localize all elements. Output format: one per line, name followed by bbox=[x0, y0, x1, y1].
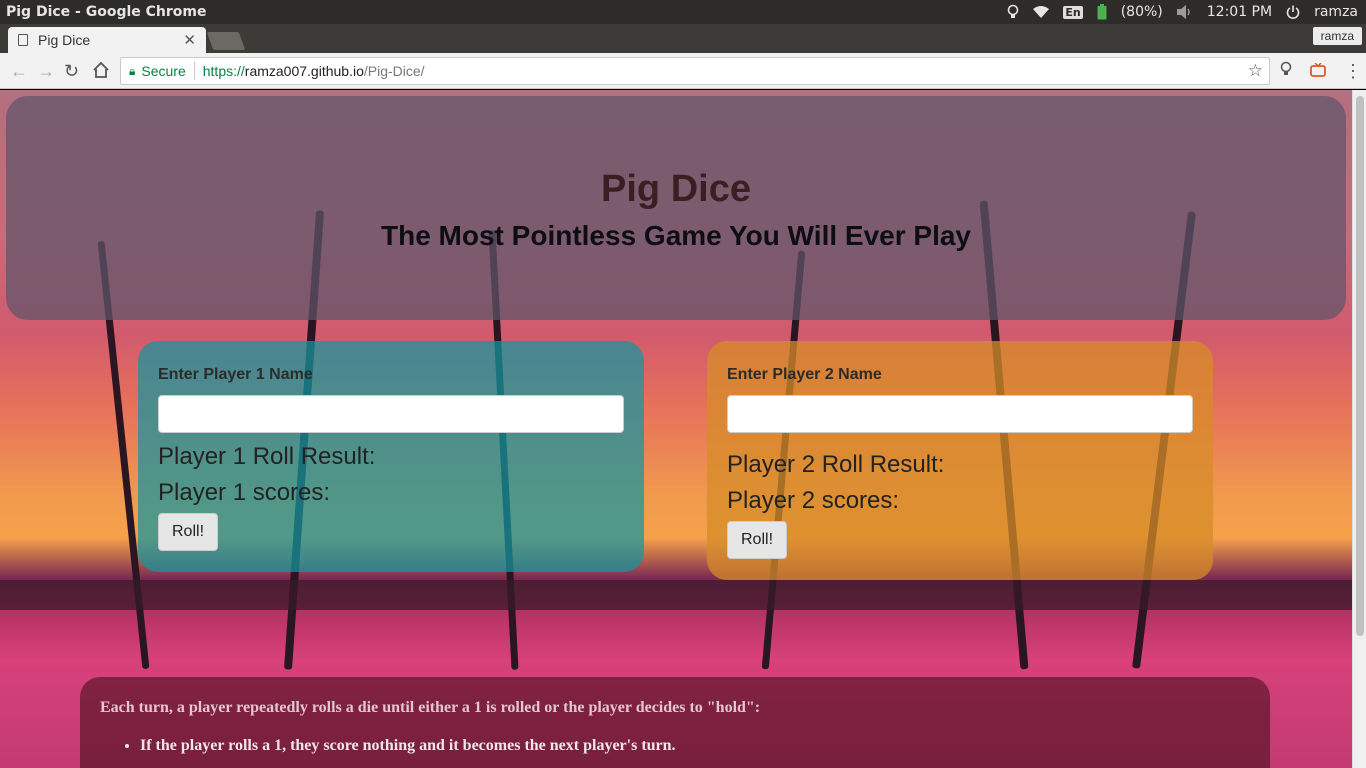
player2-panel: Enter Player 2 Name Player 2 Roll Result… bbox=[707, 341, 1213, 580]
wifi-icon[interactable] bbox=[1033, 6, 1050, 18]
player1-roll-button[interactable]: Roll! bbox=[158, 513, 219, 551]
keyboard-layout-indicator[interactable]: En bbox=[1063, 5, 1083, 19]
os-top-bar: Pig Dice - Google Chrome En (80%) 12:01 … bbox=[0, 0, 1366, 24]
player1-scores: Player 1 scores: bbox=[158, 479, 331, 506]
new-tab-button[interactable] bbox=[206, 32, 246, 50]
page-background: Pig Dice The Most Pointless Game You Wil… bbox=[0, 90, 1352, 768]
toolbar: ← → ↻ 🔒︎ Secure https:// ramza007.github… bbox=[0, 53, 1366, 89]
extension-bulb-icon[interactable] bbox=[1280, 61, 1294, 82]
forward-arrow-icon[interactable]: → bbox=[37, 61, 55, 81]
secure-label[interactable]: Secure bbox=[141, 63, 185, 79]
url-protocol: https:// bbox=[202, 63, 245, 79]
battery-percentage: (80%) bbox=[1120, 4, 1163, 20]
menu-kebab-icon[interactable]: ⋮ bbox=[1344, 61, 1362, 81]
player2-roll-result: Player 2 Roll Result: bbox=[727, 451, 945, 478]
shoreline bbox=[0, 580, 1352, 610]
vertical-scrollbar[interactable] bbox=[1352, 90, 1366, 768]
page-subtitle: The Most Pointless Game You Will Ever Pl… bbox=[381, 220, 971, 251]
window-title: Pig Dice - Google Chrome bbox=[6, 4, 207, 20]
player1-panel: Enter Player 1 Name Player 1 Roll Result… bbox=[138, 341, 644, 572]
page-title: Pig Dice bbox=[601, 168, 751, 210]
scrollbar-thumb[interactable] bbox=[1356, 96, 1364, 636]
divider bbox=[193, 62, 195, 80]
volume-icon[interactable] bbox=[1176, 5, 1193, 19]
power-icon[interactable] bbox=[1286, 5, 1300, 19]
page-icon bbox=[18, 34, 28, 46]
url-path: /Pig-Dice/ bbox=[363, 63, 425, 79]
back-arrow-icon[interactable]: ← bbox=[10, 61, 28, 81]
rules-panel: Each turn, a player repeatedly rolls a d… bbox=[80, 677, 1270, 768]
player2-roll-button[interactable]: Roll! bbox=[727, 521, 788, 559]
clock[interactable]: 12:01 PM bbox=[1207, 4, 1272, 20]
bookmark-star-icon[interactable]: ☆ bbox=[1248, 61, 1263, 81]
player2-name-input[interactable] bbox=[727, 395, 1193, 433]
lock-icon[interactable]: 🔒︎ bbox=[129, 64, 135, 79]
rules-list: If the player rolls a 1, they score noth… bbox=[100, 737, 1250, 755]
player1-name-input[interactable] bbox=[158, 395, 624, 433]
address-bar[interactable]: 🔒︎ Secure https:// ramza007.github.io /P… bbox=[120, 57, 1270, 85]
tab-title: Pig Dice bbox=[38, 32, 91, 48]
player2-scores: Player 2 scores: bbox=[727, 487, 900, 514]
bulb-indicator-icon[interactable] bbox=[1007, 4, 1019, 20]
url-host: ramza007.github.io bbox=[244, 63, 364, 79]
home-icon[interactable] bbox=[92, 61, 110, 83]
reload-icon[interactable]: ↻ bbox=[64, 61, 79, 81]
tab-strip: Pig Dice ✕ ramza bbox=[0, 24, 1366, 53]
header-panel: Pig Dice The Most Pointless Game You Wil… bbox=[6, 96, 1346, 320]
player1-roll-result: Player 1 Roll Result: bbox=[158, 443, 376, 470]
close-tab-icon[interactable]: ✕ bbox=[183, 31, 196, 49]
extension-tv-icon[interactable] bbox=[1310, 61, 1326, 81]
tab-pig-dice[interactable]: Pig Dice ✕ bbox=[8, 27, 206, 53]
profile-button[interactable]: ramza bbox=[1312, 27, 1362, 45]
rules-list-item: If the player rolls a 1, they score noth… bbox=[140, 737, 1250, 755]
user-name[interactable]: ramza bbox=[1314, 4, 1358, 20]
battery-icon[interactable] bbox=[1097, 4, 1107, 20]
player1-name-label: Enter Player 1 Name bbox=[158, 366, 313, 383]
rules-intro: Each turn, a player repeatedly rolls a d… bbox=[100, 699, 761, 716]
player2-name-label: Enter Player 2 Name bbox=[727, 366, 882, 383]
